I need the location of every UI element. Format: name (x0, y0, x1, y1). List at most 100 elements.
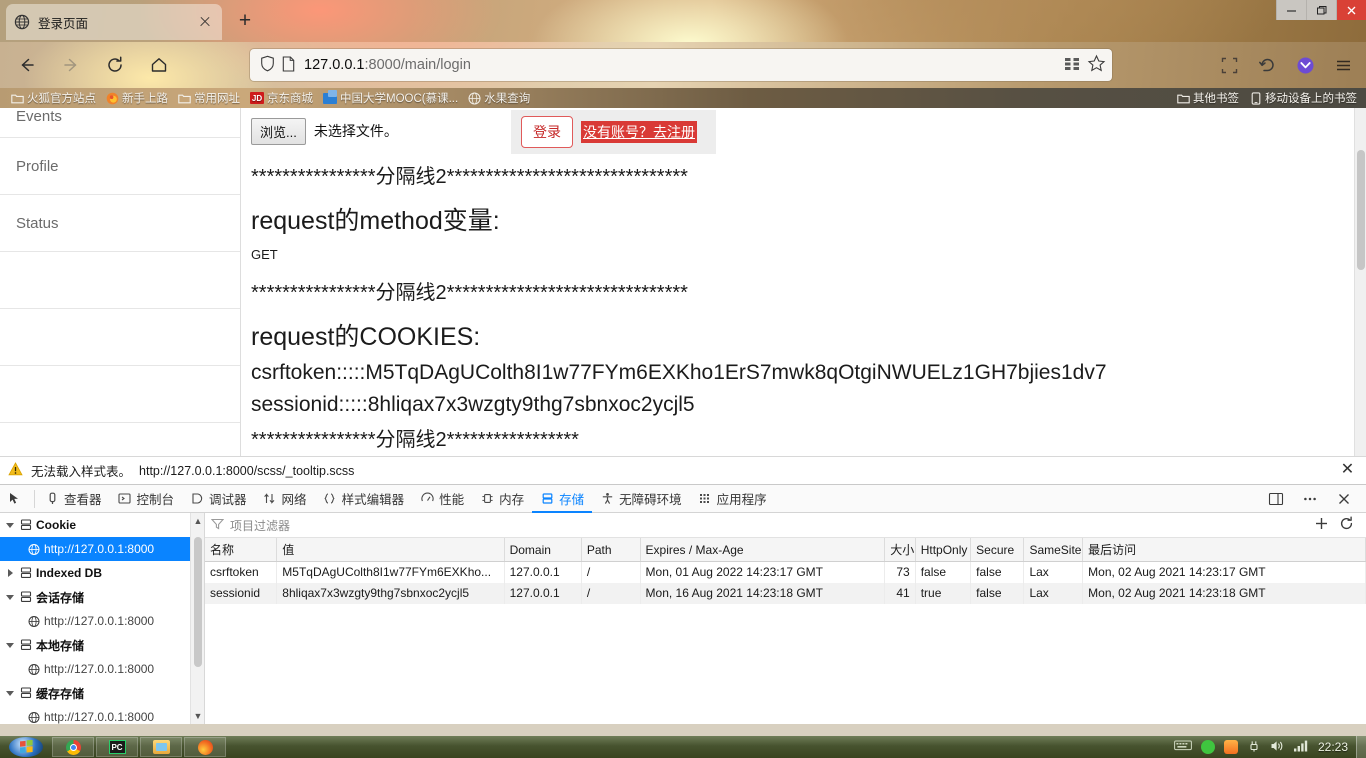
close-window-button[interactable] (1336, 0, 1366, 20)
pocket-icon[interactable] (1288, 48, 1322, 82)
screenshot-icon[interactable] (1212, 48, 1246, 82)
sidebar-item-status[interactable]: Status (0, 195, 240, 252)
column-header-value[interactable]: 值 (276, 538, 505, 562)
keyboard-icon[interactable] (1174, 740, 1192, 754)
column-header-domain[interactable]: Domain (504, 538, 582, 562)
column-header-path[interactable]: Path (581, 538, 641, 562)
scroll-down-icon[interactable]: ▼ (191, 708, 204, 724)
browser-tab[interactable]: 登录页面 (6, 4, 222, 40)
tab-debugger[interactable]: 调试器 (182, 485, 255, 513)
taskbar-item-pc-manager[interactable]: PC (96, 737, 138, 757)
chevron-down-icon[interactable] (4, 639, 16, 651)
page-doc-icon[interactable] (282, 55, 295, 75)
tab-close-icon[interactable] (196, 13, 214, 31)
column-header-secure[interactable]: Secure (970, 538, 1025, 562)
ellipsis-icon[interactable] (1294, 491, 1326, 507)
maximize-restore-button[interactable] (1306, 0, 1336, 20)
tab-style-editor[interactable]: 样式编辑器 (315, 485, 413, 513)
bookmark-item[interactable]: JD 京东商城 (245, 90, 318, 106)
tab-network[interactable]: 网络 (255, 485, 315, 513)
undo-icon[interactable] (1250, 48, 1284, 82)
taskbar-item-file-explorer[interactable] (140, 737, 182, 757)
new-tab-button[interactable]: + (234, 10, 256, 33)
taskbar-item-firefox[interactable] (184, 737, 226, 757)
login-button[interactable]: 登录 (521, 116, 573, 148)
page-scrollbar-thumb[interactable] (1357, 150, 1365, 270)
tab-accessibility[interactable]: 无障碍环境 (592, 485, 690, 513)
column-header-name[interactable]: 名称 (205, 538, 278, 562)
tree-item-local-storage[interactable]: 本地存储 (0, 633, 204, 657)
wechat-icon[interactable] (1200, 740, 1215, 754)
star-icon[interactable] (1087, 54, 1106, 76)
storage-tree-scrollbar[interactable]: ▲ ▼ (190, 513, 204, 724)
tab-console[interactable]: 控制台 (110, 485, 183, 513)
bookmark-item[interactable]: 火狐官方站点 (6, 90, 101, 106)
cell-size: 41 (884, 582, 916, 604)
tree-item-session-origin[interactable]: http://127.0.0.1:8000 (0, 609, 204, 633)
other-bookmarks-item[interactable]: 其他书签 (1172, 90, 1244, 106)
add-item-button[interactable] (1314, 516, 1329, 534)
scroll-up-icon[interactable]: ▲ (191, 513, 204, 529)
column-header-last-accessed[interactable]: 最后访问 (1082, 538, 1366, 562)
chevron-down-icon[interactable] (4, 687, 16, 699)
column-header-expires[interactable]: Expires / Max-Age (640, 538, 886, 562)
tree-item-cookie[interactable]: Cookie (0, 513, 204, 537)
hamburger-menu-icon[interactable] (1326, 48, 1360, 82)
bookmark-item[interactable]: 新手上路 (101, 90, 173, 106)
windows-start-icon[interactable] (0, 736, 52, 758)
tab-memory[interactable]: 内存 (472, 485, 532, 513)
tree-item-cache-storage[interactable]: 缓存存储 (0, 681, 204, 705)
chevron-right-icon[interactable] (4, 567, 16, 579)
sidebar-item-profile[interactable]: Profile (0, 138, 240, 195)
page-scrollbar[interactable] (1354, 108, 1366, 456)
minimize-button[interactable] (1276, 0, 1306, 20)
sidebar-item-events[interactable]: Events (0, 108, 240, 138)
refresh-icon[interactable] (1339, 516, 1354, 534)
storage-db-icon (20, 687, 32, 699)
reader-view-icon[interactable] (1063, 55, 1081, 76)
warning-url[interactable]: http://127.0.0.1:8000/scss/_tooltip.scss (139, 464, 354, 478)
network-signal-icon[interactable] (1293, 739, 1309, 755)
element-picker-icon[interactable] (0, 491, 32, 507)
items-filter-input[interactable]: 项目过滤器 (230, 517, 290, 534)
volume-icon[interactable] (1270, 739, 1284, 756)
bookmark-item[interactable]: 常用网址 (173, 90, 245, 106)
back-arrow-icon[interactable] (10, 48, 44, 82)
tree-item-indexed-db[interactable]: Indexed DB (0, 561, 204, 585)
shield-icon[interactable] (260, 55, 275, 75)
dock-split-icon[interactable] (1260, 491, 1292, 507)
sogou-input-icon[interactable] (1223, 740, 1238, 754)
url-text[interactable]: 127.0.0.1:8000/main/login (304, 57, 1063, 73)
chevron-down-icon[interactable] (4, 591, 16, 603)
cell-samesite: Lax (1023, 582, 1084, 604)
bookmark-item[interactable]: 水果查询 (463, 90, 535, 106)
tree-item-session-storage[interactable]: 会话存储 (0, 585, 204, 609)
show-desktop-button[interactable] (1356, 736, 1366, 758)
tab-performance[interactable]: 性能 (412, 485, 472, 513)
table-row[interactable]: csrftoken M5TqDAgUColth8I1w77FYm6EXKho..… (205, 561, 1366, 583)
close-icon[interactable] (1328, 491, 1360, 507)
bookmark-item[interactable]: 中国大学MOOC(慕课... (318, 89, 463, 106)
mobile-bookmarks-item[interactable]: 移动设备上的书签 (1244, 90, 1362, 106)
home-icon[interactable] (142, 48, 176, 82)
tab-application[interactable]: 应用程序 (690, 485, 775, 513)
reload-icon[interactable] (98, 48, 132, 82)
close-icon[interactable]: ✕ (1339, 462, 1356, 479)
table-row[interactable]: sessionid 8hliqax7x3wzgty9thg7sbnxoc2ycj… (205, 582, 1366, 604)
column-header-size[interactable]: 大小 (884, 538, 916, 562)
tree-item-cache-origin[interactable]: http://127.0.0.1:8000 (0, 705, 204, 724)
tab-inspector[interactable]: 查看器 (37, 485, 110, 513)
chevron-down-icon[interactable] (4, 519, 16, 531)
column-header-samesite[interactable]: SameSite (1023, 538, 1084, 562)
taskbar-item-chrome[interactable] (52, 737, 94, 757)
browse-file-button[interactable]: 浏览... (251, 117, 306, 145)
usb-icon[interactable] (1247, 739, 1261, 756)
column-header-httponly[interactable]: HttpOnly (915, 538, 972, 562)
taskbar-clock[interactable]: 22:23 (1318, 740, 1348, 754)
register-link[interactable]: 没有账号？去注册 (581, 121, 697, 143)
url-bar[interactable]: 127.0.0.1:8000/main/login (250, 49, 1112, 81)
tab-storage[interactable]: 存储 (532, 485, 592, 513)
tree-item-local-origin[interactable]: http://127.0.0.1:8000 (0, 657, 204, 681)
storage-tree-scroll-thumb[interactable] (194, 537, 202, 667)
tree-item-cookie-origin[interactable]: http://127.0.0.1:8000 (0, 537, 204, 561)
